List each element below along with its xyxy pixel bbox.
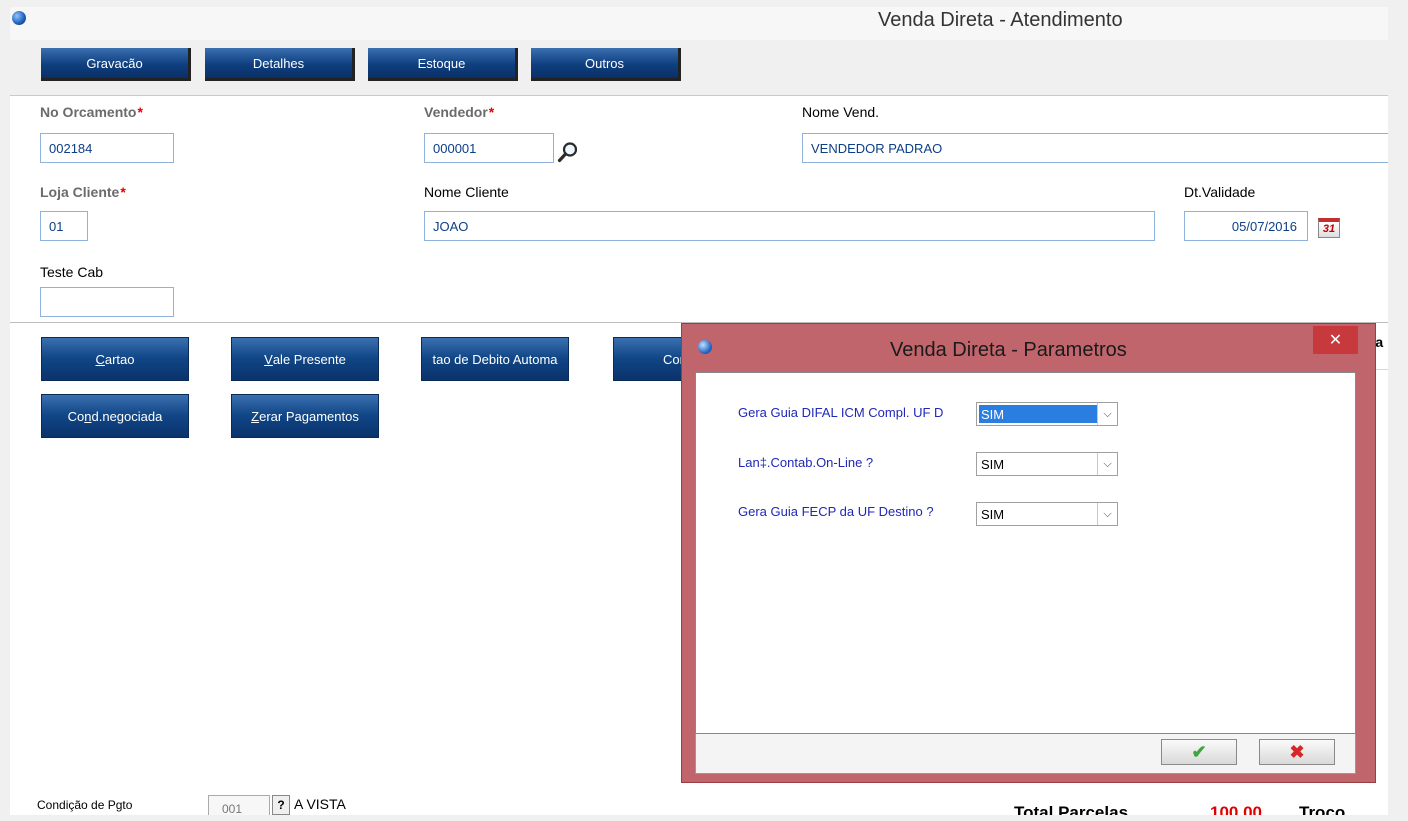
cartao-rest: artao	[104, 351, 135, 367]
dialog-title: Venda Direta - Parametros	[890, 339, 1127, 361]
nome-cliente-field[interactable]: JOAO	[424, 211, 1155, 241]
dt-validade-label: Dt.Validade	[1184, 184, 1256, 200]
orcamento-field[interactable]: 002184	[40, 133, 174, 163]
detalhes-button[interactable]: Detalhes	[205, 48, 355, 81]
estoque-button[interactable]: Estoque	[368, 48, 518, 81]
param-contab-select[interactable]: SIM ⌵	[976, 452, 1118, 476]
cartao-mnemonic: C	[95, 351, 105, 367]
param-fecp-label: Gera Guia FECP da UF Destino ?	[738, 504, 934, 519]
teste-cab-field[interactable]	[40, 287, 174, 317]
condicao-desc: A VISTA	[294, 796, 346, 812]
vale-presente-mnemonic: V	[264, 351, 273, 367]
nome-vend-label: Nome Vend.	[802, 104, 880, 120]
param-contab-label: Lan‡.Contab.On-Line ?	[738, 455, 874, 470]
magnifier-icon[interactable]	[557, 141, 579, 163]
debito-automatico-button[interactable]: tao de Debito Automa	[421, 337, 569, 381]
vale-presente-button[interactable]: Vale Presente	[231, 337, 379, 381]
nome-vend-field[interactable]: VENDEDOR PADRAO	[802, 133, 1388, 163]
vale-presente-rest: ale Presente	[272, 351, 346, 367]
param-contab-value: SIM	[981, 457, 1005, 472]
dt-validade-field[interactable]: 05/07/2016	[1184, 211, 1308, 241]
app-globe-icon	[698, 340, 712, 354]
cond-negociada-button[interactable]: Co n d.negociada	[41, 394, 189, 438]
cancel-x-icon[interactable]: ✖	[1259, 739, 1335, 765]
teste-cab-label: Teste Cab	[40, 264, 104, 280]
zerar-pagamentos-button[interactable]: Zerar Pagamentos	[231, 394, 379, 438]
nome-cliente-label: Nome Cliente	[424, 184, 509, 200]
cond-negociada-mnemonic: n	[84, 408, 92, 424]
vendedor-label: Vendedor	[424, 104, 494, 120]
toolbar: Gravacão Detalhes Estoque Outros	[10, 40, 1388, 95]
parametros-dialog: Venda Direta - Parametros ✕ Gera Guia DI…	[681, 323, 1376, 783]
chevron-down-icon[interactable]: ⌵	[1097, 403, 1117, 425]
cond-negociada-prefix: Co	[67, 408, 85, 424]
dialog-content: Gera Guia DIFAL ICM Compl. UF D SIM ⌵ La…	[695, 372, 1356, 734]
total-parcelas-label: Total Parcelas	[1014, 803, 1129, 815]
param-fecp-select[interactable]: SIM ⌵	[976, 502, 1118, 526]
condicao-field[interactable]: 001	[208, 795, 270, 815]
calendar-icon[interactable]: 31	[1318, 218, 1340, 238]
confirm-check-icon[interactable]: ✔	[1161, 739, 1237, 765]
orcamento-label: No Orcamento	[40, 104, 143, 120]
outros-button[interactable]: Outros	[531, 48, 681, 81]
chevron-down-icon[interactable]: ⌵	[1097, 453, 1117, 475]
close-icon[interactable]: ✕	[1313, 326, 1358, 354]
title-bar: Venda Direta - Atendimento	[10, 7, 1388, 40]
app-globe-icon	[12, 11, 26, 25]
zerar-pagamentos-rest: erar Pagamentos	[259, 408, 359, 424]
dialog-footer: ✔ ✖	[695, 734, 1356, 774]
zerar-pagamentos-mnemonic: Z	[251, 408, 260, 424]
condicao-label: Condição de Pgto	[37, 798, 133, 812]
cartao-button[interactable]: Cartao	[41, 337, 189, 381]
vendedor-field[interactable]: 000001	[424, 133, 554, 163]
param-fecp-value: SIM	[981, 507, 1005, 522]
param-difal-label: Gera Guia DIFAL ICM Compl. UF D	[738, 405, 944, 420]
param-difal-select[interactable]: SIM ⌵	[976, 402, 1118, 426]
condicao-lookup-button[interactable]: ?	[272, 795, 290, 815]
loja-cliente-label: Loja Cliente	[40, 184, 126, 200]
troco-label: Troco	[1299, 803, 1346, 815]
loja-cliente-field[interactable]: 01	[40, 211, 88, 241]
window-title: Venda Direta - Atendimento	[878, 9, 1123, 31]
header-form: No Orcamento 002184 Vendedor 000001 Nome…	[10, 95, 1388, 323]
chevron-down-icon[interactable]: ⌵	[1097, 503, 1117, 525]
cond-negociada-rest: d.negociada	[91, 408, 163, 424]
footer-row: Condição de Pgto 001 ? A VISTA Total Par…	[10, 791, 1388, 815]
gravacao-button[interactable]: Gravacão	[41, 48, 191, 81]
param-difal-value: SIM	[979, 405, 1097, 423]
total-parcelas-value: 100.00	[1210, 803, 1262, 815]
